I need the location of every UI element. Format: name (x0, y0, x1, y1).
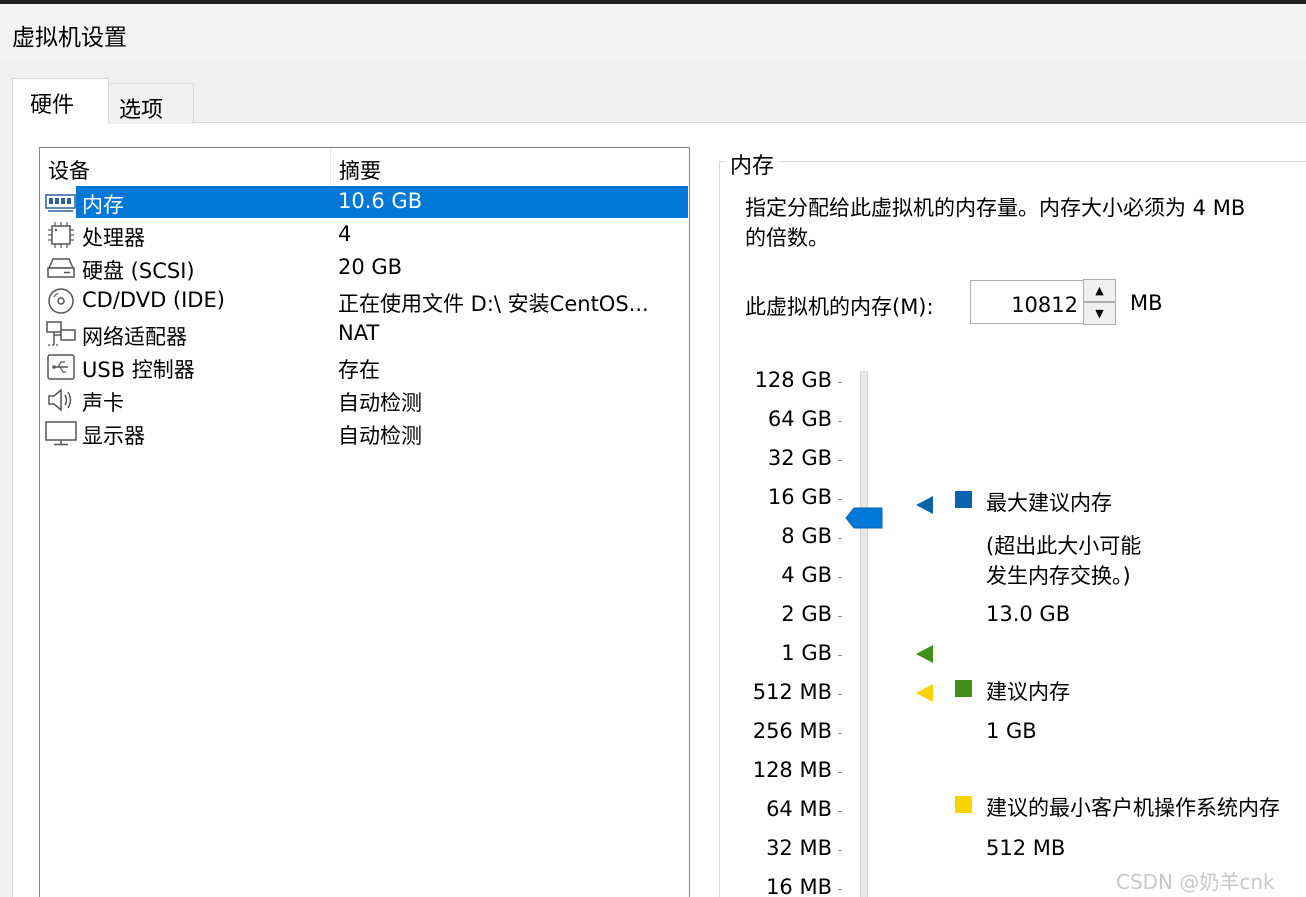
processor-icon (48, 222, 74, 248)
tab-options[interactable]: 选项 (108, 83, 194, 124)
device-row-cd-dvd[interactable]: CD/DVD (IDE) 正在使用文件 D:\ 安装CentOS... (40, 285, 689, 318)
tab-hardware[interactable]: 硬件 (12, 78, 109, 124)
device-name: 网络适配器 (82, 325, 187, 349)
recommended-swatch (955, 680, 972, 697)
max-recommended-swatch (955, 491, 972, 508)
scale-label: 128 MB (752, 758, 832, 782)
device-row-usb[interactable]: USB 控制器 存在 (40, 351, 689, 384)
memory-spinner[interactable]: ▲ ▼ (1083, 279, 1116, 325)
window-title: 虚拟机设置 (12, 25, 127, 51)
tab-hardware-label: 硬件 (30, 93, 75, 118)
min-recommended-value: 512 MB (986, 836, 1066, 860)
device-name: 处理器 (82, 226, 145, 250)
scale-tick (838, 694, 842, 695)
max-recommended-marker (916, 496, 933, 514)
memory-slider-track[interactable] (860, 371, 868, 897)
device-name: 硬盘 (SCSI) (82, 259, 195, 283)
spin-down-button[interactable]: ▼ (1083, 302, 1116, 325)
tab-options-label: 选项 (119, 98, 164, 123)
device-summary: 自动检测 (338, 391, 422, 415)
device-row-sound-card[interactable]: 声卡 自动检测 (40, 384, 689, 417)
spin-up-button[interactable]: ▲ (1083, 279, 1116, 302)
device-summary: 存在 (338, 358, 380, 382)
recommended-title: 建议内存 (986, 680, 1070, 704)
title-bar: 虚拟机设置 (0, 4, 1306, 62)
scale-label: 32 MB (766, 836, 832, 860)
scale-tick (838, 577, 842, 578)
device-name: 内存 (82, 193, 124, 217)
device-row-hard-disk[interactable]: 硬盘 (SCSI) 20 GB (40, 252, 689, 285)
scale-tick (838, 460, 842, 461)
scale-label: 256 MB (752, 719, 832, 743)
scale-tick (838, 733, 842, 734)
memory-size-label: 此虚拟机的内存(M): (745, 295, 934, 319)
memory-description-line2: 的倍数。 (745, 226, 829, 250)
device-row-network-adapter[interactable]: 网络适配器 NAT (40, 318, 689, 351)
column-header-device[interactable]: 设备 (40, 148, 331, 186)
device-summary: 自动检测 (338, 424, 422, 448)
recommended-marker (916, 645, 933, 663)
scale-tick (838, 850, 842, 851)
memory-slider-thumb[interactable] (845, 507, 883, 529)
memory-icon (45, 194, 76, 212)
device-summary: 10.6 GB (338, 189, 423, 213)
scale-tick (838, 655, 842, 656)
scale-label: 128 GB (754, 368, 832, 392)
device-summary: NAT (338, 321, 380, 345)
device-name: USB 控制器 (82, 358, 195, 382)
min-recommended-swatch (955, 796, 972, 813)
device-summary: 20 GB (338, 255, 403, 279)
scale-label: 512 MB (752, 680, 832, 704)
scale-label: 16 MB (766, 875, 832, 897)
scale-label: 8 GB (781, 524, 832, 548)
min-recommended-title: 建议的最小客户机操作系统内存 (986, 796, 1280, 820)
scale-tick (838, 538, 842, 539)
device-list[interactable]: 设备 摘要 内存 10.6 GB 处理器 4 硬盘 (SCSI) 20 GB C… (39, 147, 690, 897)
column-header-summary[interactable]: 摘要 (331, 148, 689, 186)
scale-label: 64 GB (767, 407, 832, 431)
scale-label: 64 MB (766, 797, 832, 821)
speaker-icon (48, 388, 72, 412)
scale-label: 16 GB (767, 485, 832, 509)
max-recommended-title: 最大建议内存 (986, 491, 1112, 515)
device-row-memory[interactable]: 内存 10.6 GB (40, 186, 689, 219)
scale-tick (838, 889, 842, 890)
device-name: 声卡 (82, 391, 124, 415)
monitor-icon (45, 421, 77, 446)
device-row-display[interactable]: 显示器 自动检测 (40, 417, 689, 450)
scale-tick (838, 499, 842, 500)
network-adapter-icon (46, 321, 76, 346)
scale-label: 4 GB (781, 563, 832, 587)
memory-unit: MB (1130, 291, 1163, 315)
max-recommended-note1: (超出此大小可能 (986, 534, 1142, 558)
scale-tick (838, 772, 842, 773)
max-recommended-note2: 发生内存交换。) (986, 564, 1131, 588)
min-recommended-marker (916, 684, 933, 702)
device-row-processor[interactable]: 处理器 4 (40, 219, 689, 252)
scale-tick (838, 382, 842, 383)
device-summary: 4 (338, 222, 352, 246)
scale-tick (838, 811, 842, 812)
scale-label: 2 GB (781, 602, 832, 626)
scale-label: 32 GB (767, 446, 832, 470)
device-name: 显示器 (82, 424, 145, 448)
memory-size-input[interactable] (970, 280, 1087, 324)
watermark: CSDN @奶羊cnk (1116, 870, 1275, 894)
memory-description-line1: 指定分配给此虚拟机的内存量。内存大小必须为 4 MB (745, 196, 1246, 220)
memory-group-title: 内存 (726, 148, 779, 180)
device-summary: 正在使用文件 D:\ 安装CentOS... (338, 292, 649, 316)
usb-icon (47, 354, 75, 380)
vm-settings-window: 虚拟机设置 选项 硬件 设备 摘要 内存 10.6 GB 处理器 4 硬盘 (S… (0, 0, 1306, 897)
scale-tick (838, 616, 842, 617)
scale-label: 1 GB (781, 641, 832, 665)
cd-dvd-icon (48, 288, 74, 314)
scale-tick (838, 421, 842, 422)
max-recommended-value: 13.0 GB (986, 602, 1071, 626)
device-name: CD/DVD (IDE) (82, 288, 225, 312)
hard-disk-icon (47, 258, 75, 278)
recommended-value: 1 GB (986, 719, 1037, 743)
